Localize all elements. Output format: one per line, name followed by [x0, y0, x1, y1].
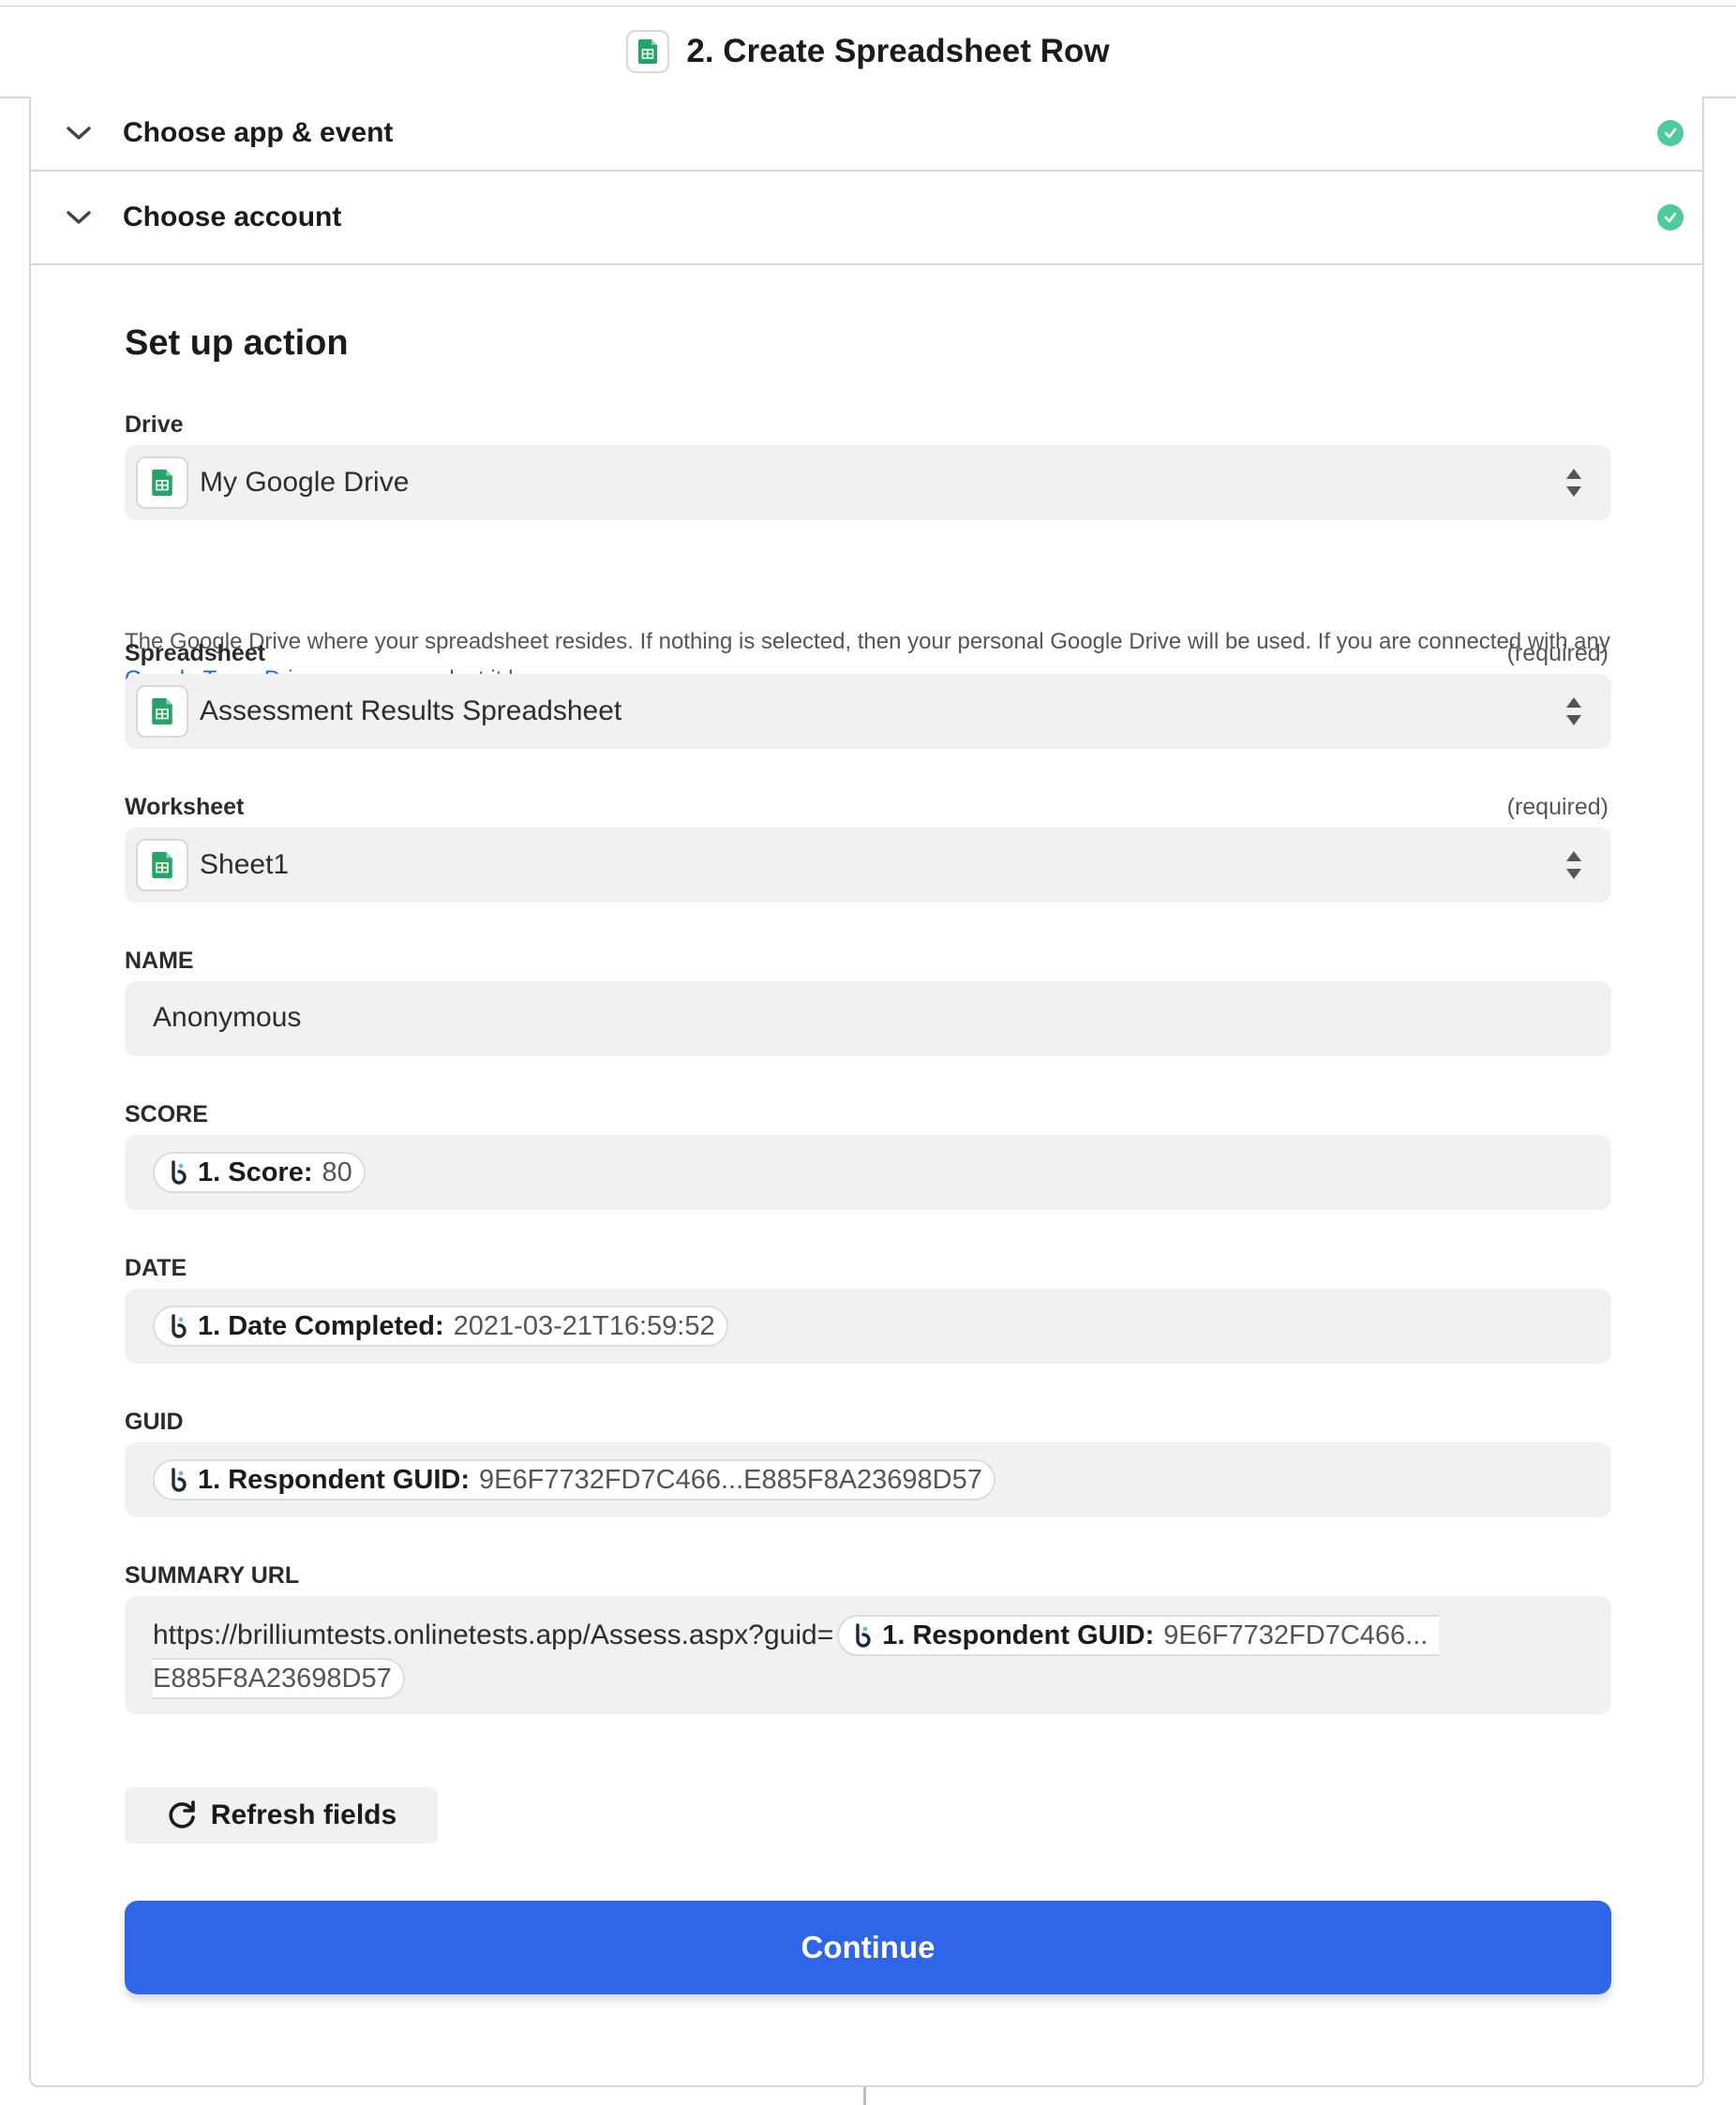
- drive-label: Drive: [125, 411, 184, 438]
- name-value: Anonymous: [153, 1002, 302, 1033]
- guid-label: GUID: [125, 1409, 184, 1435]
- google-sheets-icon: [136, 456, 188, 509]
- date-label: DATE: [125, 1255, 187, 1281]
- step-connector: [863, 2087, 866, 2105]
- summary-url-line: https://brilliumtests.onlinetests.app/As…: [153, 1615, 1440, 1656]
- token-label: 1. Score:: [198, 1157, 313, 1187]
- accordion-choose-account[interactable]: Choose account: [31, 172, 1702, 265]
- token-label: 1. Respondent GUID:: [882, 1620, 1155, 1650]
- score-input[interactable]: 1. Score: 80: [125, 1135, 1611, 1210]
- required-tag: (required): [1506, 794, 1609, 820]
- name-input[interactable]: Anonymous: [125, 981, 1611, 1056]
- continue-button[interactable]: Continue: [125, 1901, 1611, 1994]
- refresh-icon: [169, 1800, 195, 1829]
- guid-token-continuation[interactable]: E885F8A23698D57: [153, 1658, 405, 1699]
- token-value: 9E6F7732FD7C466...: [1163, 1620, 1429, 1650]
- accordion-label: Choose account: [123, 202, 342, 232]
- chevron-down-icon: [67, 127, 91, 140]
- google-sheets-icon: [626, 30, 670, 73]
- trigger-app-icon: [172, 1468, 187, 1492]
- google-sheets-icon: [136, 839, 188, 891]
- token-value: 2021-03-21T16:59:52: [453, 1310, 715, 1341]
- name-label: NAME: [125, 948, 194, 974]
- date-input[interactable]: 1. Date Completed: 2021-03-21T16:59:52: [125, 1289, 1611, 1364]
- worksheet-select[interactable]: Sheet1: [125, 828, 1611, 903]
- trigger-app-icon: [172, 1314, 187, 1338]
- guid-input[interactable]: 1. Respondent GUID: 9E6F7732FD7C466...E8…: [125, 1442, 1611, 1517]
- refresh-fields-button[interactable]: Refresh fields: [125, 1787, 438, 1844]
- sort-arrows-icon: [1566, 697, 1581, 725]
- trigger-app-icon: [172, 1160, 187, 1185]
- summary-url-label: SUMMARY URL: [125, 1562, 300, 1589]
- sort-arrows-icon: [1566, 469, 1581, 497]
- step-title: 2. Create Spreadsheet Row: [686, 33, 1110, 69]
- date-token[interactable]: 1. Date Completed: 2021-03-21T16:59:52: [153, 1306, 728, 1347]
- drive-select[interactable]: My Google Drive: [125, 445, 1611, 520]
- spreadsheet-value: Assessment Results Spreadsheet: [200, 695, 622, 726]
- worksheet-label: Worksheet: [125, 794, 245, 820]
- summary-url-line: E885F8A23698D57: [153, 1658, 405, 1699]
- worksheet-value: Sheet1: [200, 849, 290, 880]
- spreadsheet-label: Spreadsheet: [125, 640, 266, 666]
- summary-url-input[interactable]: https://brilliumtests.onlinetests.app/As…: [125, 1596, 1611, 1714]
- url-prefix: https://brilliumtests.onlinetests.app/As…: [153, 1620, 834, 1650]
- token-label: 1. Respondent GUID:: [198, 1464, 471, 1495]
- accordion-label: Choose app & event: [123, 117, 394, 148]
- drive-value: My Google Drive: [200, 467, 410, 498]
- guid-token[interactable]: 1. Respondent GUID: 9E6F7732FD7C466...: [837, 1615, 1440, 1656]
- step-panel: Choose app & event Choose account Set up…: [29, 97, 1704, 2087]
- required-tag: (required): [1506, 640, 1609, 666]
- refresh-fields-label: Refresh fields: [210, 1799, 397, 1830]
- guid-token[interactable]: 1. Respondent GUID: 9E6F7732FD7C466...E8…: [153, 1459, 995, 1500]
- score-label: SCORE: [125, 1101, 208, 1127]
- trigger-app-icon: [856, 1623, 871, 1648]
- score-token[interactable]: 1. Score: 80: [153, 1152, 366, 1193]
- sort-arrows-icon: [1566, 851, 1581, 879]
- token-value: 9E6F7732FD7C466...E885F8A23698D57: [479, 1464, 982, 1495]
- check-circle-icon: [1657, 120, 1684, 146]
- accordion-choose-app[interactable]: Choose app & event: [31, 97, 1702, 172]
- section-title: Set up action: [125, 323, 349, 363]
- step-header: 2. Create Spreadsheet Row: [0, 7, 1736, 98]
- token-value: E885F8A23698D57: [153, 1663, 392, 1694]
- check-circle-icon: [1657, 204, 1684, 231]
- token-value: 80: [322, 1157, 352, 1187]
- chevron-down-icon: [67, 211, 91, 224]
- token-label: 1. Date Completed:: [198, 1310, 444, 1341]
- spreadsheet-select[interactable]: Assessment Results Spreadsheet: [125, 674, 1611, 749]
- google-sheets-icon: [136, 685, 188, 738]
